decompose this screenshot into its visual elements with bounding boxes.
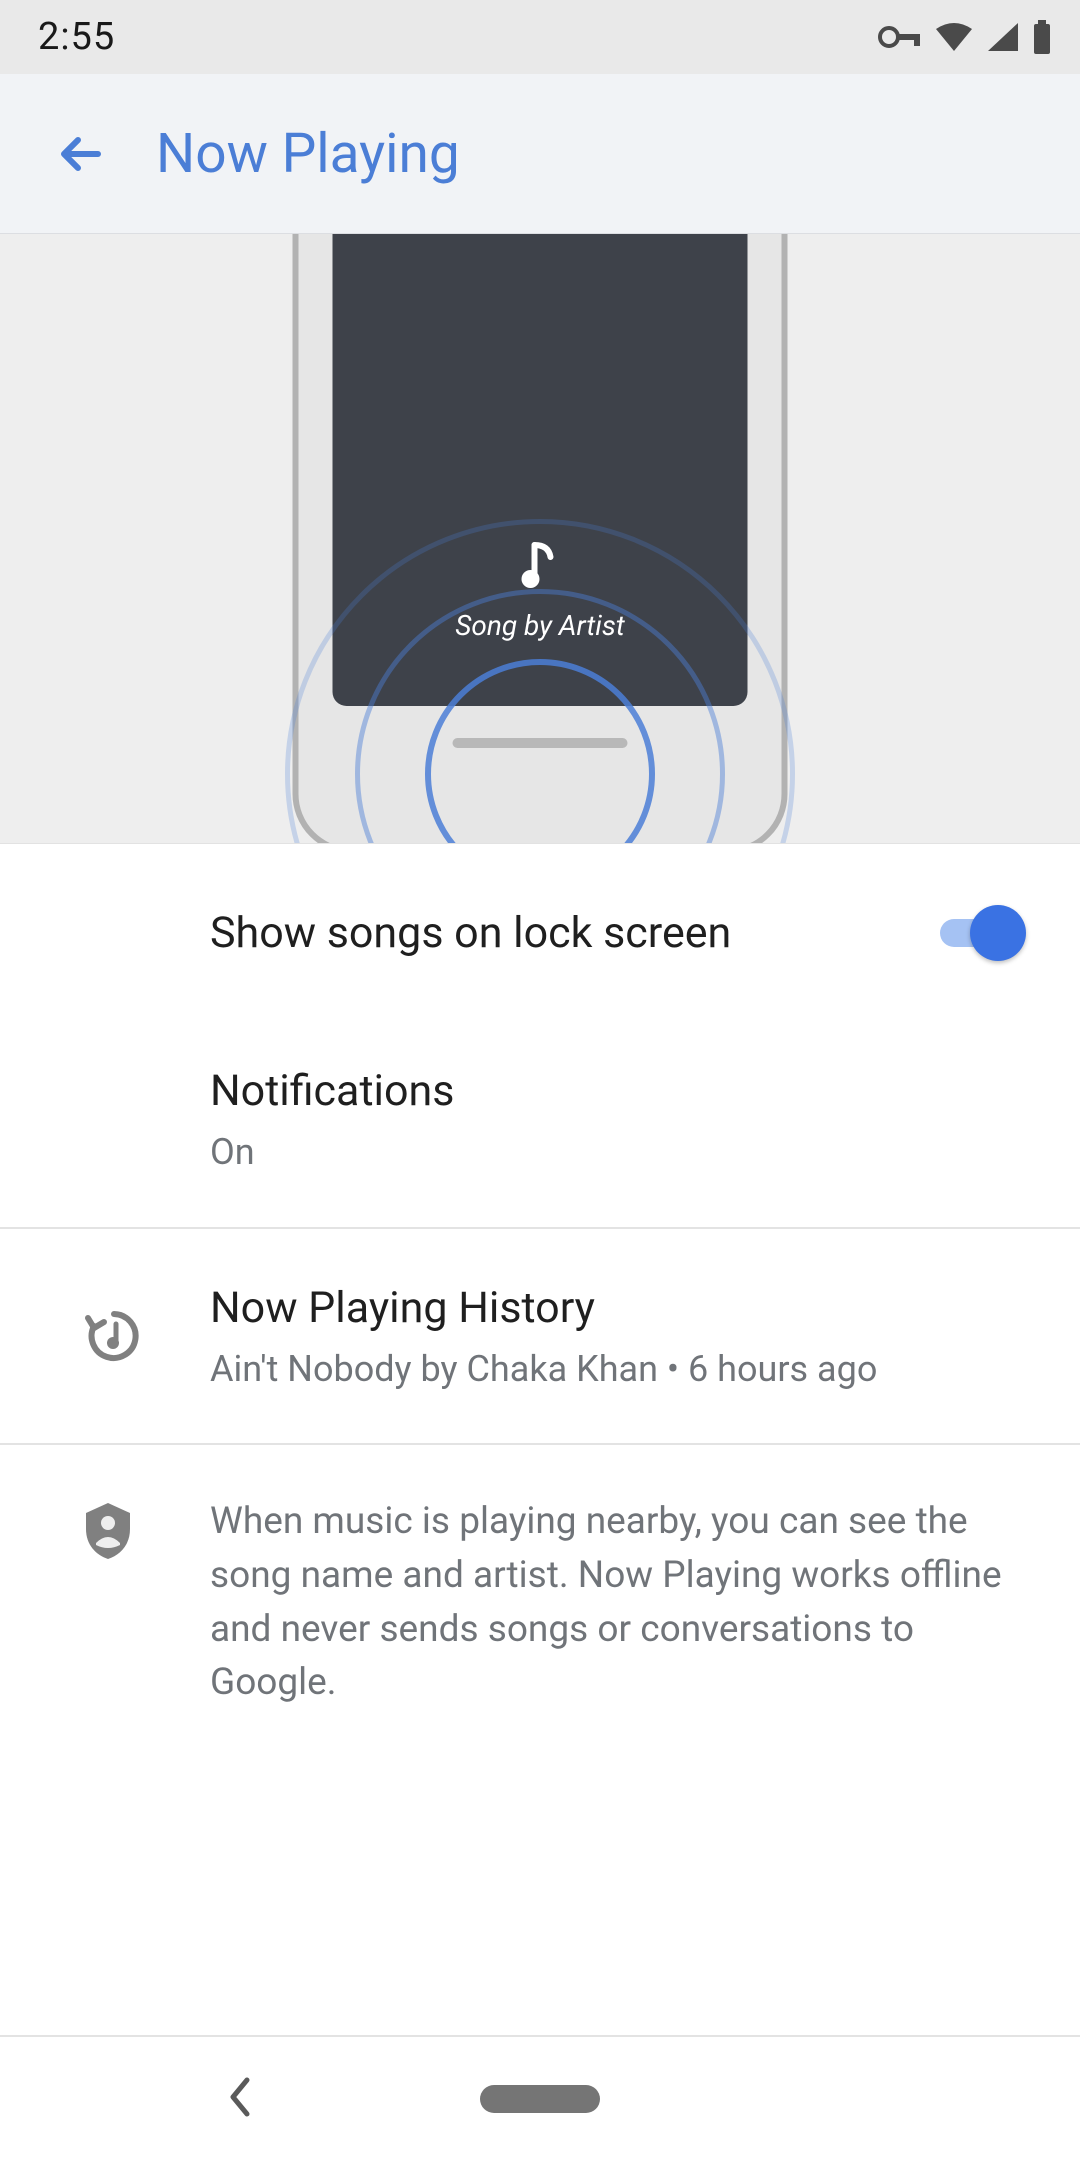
setting-value: On [210,1128,1024,1177]
setting-title: Notifications [210,1062,1024,1120]
vpn-key-icon [878,23,922,51]
nav-home-pill[interactable] [480,2085,600,2113]
battery-icon [1032,20,1052,54]
setting-title: Now Playing History [210,1279,1024,1337]
history-icon [82,1306,142,1366]
app-bar: Now Playing [0,74,1080,234]
arrow-back-icon [54,128,106,180]
setting-lockscreen[interactable]: Show songs on lock screen [0,844,1080,1022]
cell-signal-icon [986,21,1020,53]
nav-back-button[interactable] [225,2074,255,2124]
back-button[interactable] [38,112,122,196]
setting-info: When music is playing nearby, you can se… [0,1445,1080,1754]
wifi-icon [934,21,974,53]
chevron-left-icon [225,2074,255,2120]
status-bar: 2:55 [0,0,1080,74]
status-icons [878,20,1052,54]
privacy-shield-icon [82,1501,134,1561]
info-text: When music is playing nearby, you can se… [210,1495,1024,1710]
setting-notifications[interactable]: Notifications On [0,1022,1080,1227]
hero-illustration: Song by Artist [0,234,1080,844]
status-time: 2:55 [38,15,115,59]
system-nav-bar [0,2035,1080,2160]
setting-history[interactable]: Now Playing History Ain't Nobody by Chak… [0,1229,1080,1444]
setting-title: Show songs on lock screen [210,904,940,962]
page-title: Now Playing [156,122,460,186]
setting-subtitle: Ain't Nobody by Chaka Khan • 6 hours ago [210,1345,1024,1394]
lockscreen-toggle[interactable] [940,905,1024,961]
